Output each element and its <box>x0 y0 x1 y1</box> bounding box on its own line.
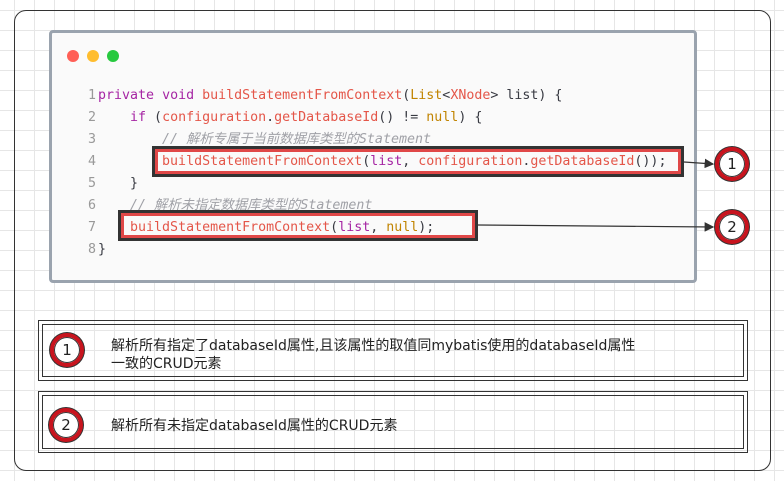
note-number: 1 <box>62 341 72 359</box>
note-box-1: 1 解析所有指定了databaseId属性,且该属性的取值同mybatis使用的… <box>38 320 748 381</box>
note-circle-1: 1 <box>50 333 84 367</box>
note-text-1: 解析所有指定了databaseId属性,且该属性的取值同mybatis使用的da… <box>111 337 635 373</box>
callout-circle-2: 2 <box>715 210 749 244</box>
note-box-2: 2 解析所有未指定databaseId属性的CRUD元素 <box>38 391 748 453</box>
note-text-line: 解析所有指定了databaseId属性,且该属性的取值同mybatis使用的da… <box>111 338 636 354</box>
note-text-line: 一致的CRUD元素 <box>111 356 222 372</box>
note-circle-2: 2 <box>49 408 83 442</box>
arrow-2 <box>477 222 715 232</box>
callout-number: 2 <box>727 218 737 236</box>
note-number: 2 <box>61 416 71 434</box>
callout-circle-1: 1 <box>715 147 749 181</box>
note-text-2: 解析所有未指定databaseId属性的CRUD元素 <box>111 418 398 434</box>
callout-number: 1 <box>727 155 737 173</box>
arrow-1 <box>683 158 715 169</box>
